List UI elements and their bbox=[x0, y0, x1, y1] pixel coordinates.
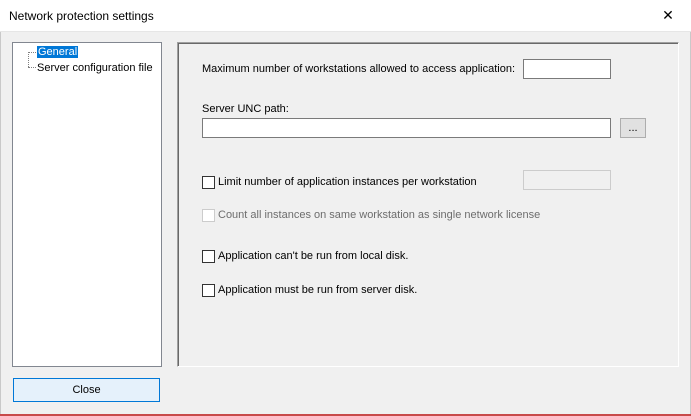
instances-per-workstation-field[interactable] bbox=[523, 170, 611, 190]
limit-instances-checkbox[interactable] bbox=[202, 176, 215, 189]
close-button[interactable]: Close bbox=[13, 378, 160, 402]
close-icon: ✕ bbox=[662, 7, 674, 23]
browse-label: ... bbox=[628, 122, 638, 134]
window-title: Network protection settings bbox=[9, 9, 154, 23]
limit-instances-label: Limit number of application instances pe… bbox=[218, 176, 477, 188]
title-bar: Network protection settings ✕ bbox=[0, 0, 691, 32]
tree-connector bbox=[28, 52, 36, 53]
must-server-disk-label: Application must be run from server disk… bbox=[218, 284, 418, 296]
tree-item-label: Server configuration file bbox=[37, 62, 153, 74]
max-workstations-label: Maximum number of workstations allowed t… bbox=[202, 63, 516, 75]
tree-connector bbox=[28, 52, 29, 67]
window-close-button[interactable]: ✕ bbox=[645, 0, 691, 31]
no-local-disk-checkbox[interactable] bbox=[202, 250, 215, 263]
must-server-disk-checkbox[interactable] bbox=[202, 284, 215, 297]
server-unc-label: Server UNC path: bbox=[202, 103, 289, 115]
no-local-disk-label: Application can't be run from local disk… bbox=[218, 250, 409, 262]
tree-item-general[interactable]: General bbox=[37, 45, 79, 59]
max-workstations-field[interactable] bbox=[523, 59, 611, 79]
browse-button[interactable]: ... bbox=[620, 118, 646, 138]
count-instances-label: Count all instances on same workstation … bbox=[218, 209, 541, 221]
server-unc-path-field[interactable] bbox=[202, 118, 611, 138]
settings-tree[interactable]: General Server configuration file bbox=[12, 42, 162, 367]
close-button-label: Close bbox=[72, 384, 101, 396]
count-instances-checkbox[interactable] bbox=[202, 209, 215, 222]
tree-item-label: General bbox=[37, 46, 79, 58]
tree-connector bbox=[28, 67, 36, 68]
tree-item-server-configuration-file[interactable]: Server configuration file bbox=[37, 61, 153, 75]
general-settings-panel bbox=[177, 42, 679, 367]
